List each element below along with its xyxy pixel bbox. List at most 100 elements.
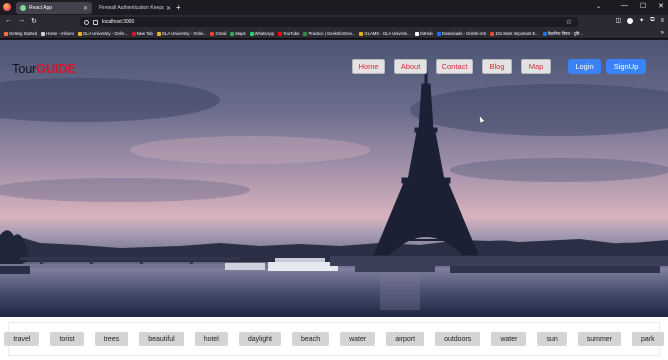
tag-beautiful[interactable]: beautiful — [139, 332, 184, 346]
nav-blog-button[interactable]: Blog — [482, 59, 512, 74]
bookmark-favicon-icon — [277, 31, 282, 36]
forward-icon[interactable]: → — [18, 17, 25, 24]
bookmark-item[interactable]: Home - Infoom — [41, 31, 74, 36]
account-icon[interactable] — [627, 17, 634, 24]
bookmark-label: Getting Started — [9, 31, 38, 36]
tag-airport[interactable]: airport — [386, 332, 425, 346]
site-info-icon[interactable] — [84, 19, 89, 25]
bookmark-label: Gmail — [215, 31, 227, 36]
nav-about-button[interactable]: About — [394, 59, 427, 74]
maximize-icon[interactable]: ☐ — [640, 2, 646, 10]
tag-sun[interactable]: sun — [537, 332, 567, 346]
bookmark-favicon-icon — [41, 31, 46, 36]
logo-guide-text: GUIDE — [36, 61, 76, 76]
tag-travel[interactable]: travel — [4, 332, 40, 346]
bookmark-favicon-icon — [303, 31, 308, 36]
bookmark-item[interactable]: Getting Started — [4, 31, 37, 36]
url-text: localhost:3000 — [102, 19, 135, 25]
chevron-down-icon[interactable]: ⌄ — [596, 3, 601, 10]
close-window-icon[interactable]: ✕ — [658, 2, 664, 10]
bookmark-label: Practice | GeeksforGee... — [308, 31, 356, 36]
tag-beach[interactable]: beach — [292, 332, 330, 346]
bookmark-favicon-icon — [4, 31, 8, 36]
minimize-icon[interactable]: — — [621, 2, 628, 10]
bookmark-item[interactable]: 101 Most Important E... — [490, 31, 539, 36]
bookmark-item[interactable]: WhatsApp — [249, 31, 274, 36]
toolbar-icons: ◫ ✦ ⧉ ≡ — [615, 17, 664, 24]
tag-trees[interactable]: trees — [94, 332, 129, 346]
reload-icon[interactable]: ↻ — [31, 17, 37, 25]
close-icon[interactable]: ✕ — [166, 5, 171, 12]
bookmark-star-icon[interactable]: ☆ — [566, 18, 572, 26]
tag-water[interactable]: water — [340, 332, 376, 346]
bookmark-item[interactable]: Maps — [230, 31, 246, 36]
bookmark-label: YouTube — [282, 31, 300, 36]
tab-title: Firewall Authentication Keepalive ... — [99, 5, 164, 11]
nav-contact-button[interactable]: Contact — [436, 59, 473, 74]
bookmark-item[interactable]: New Tab — [131, 31, 153, 36]
bookmark-item[interactable]: GLA University - Onlin... — [77, 31, 128, 36]
tab-title: React App — [29, 5, 53, 11]
menu-icon[interactable]: ≡ — [660, 18, 664, 24]
auth-buttons: Login SignUp — [568, 59, 646, 74]
tab-firewall-auth[interactable]: Firewall Authentication Keepalive ... ✕ — [95, 2, 175, 14]
tag-daylight[interactable]: daylight — [238, 332, 282, 346]
extensions-puzzle-icon[interactable]: ⧉ — [650, 17, 654, 24]
bookmarks-toolbar: Getting Started Home - Infoom GLA Universi… — [0, 29, 668, 39]
firefox-menu-icon[interactable] — [3, 3, 11, 11]
paris-eiffel-tower-scene — [0, 69, 668, 317]
page-viewport: TourGUIDE Home About Contact Blog Map Lo… — [0, 40, 668, 360]
tag-hotel[interactable]: hotel — [194, 332, 228, 346]
bookmark-label: GLAMS - GLA Universi... — [364, 31, 411, 36]
bookmark-label: वैज्ञानिक विषय - दृष्टि... — [547, 30, 583, 36]
nav-map-button[interactable]: Map — [521, 59, 551, 74]
bookmark-favicon-icon — [131, 31, 136, 36]
bookmark-label: WhatsApp — [254, 31, 274, 36]
tags-panel: travel torist trees beautiful hotel daylight b… — [4, 322, 664, 356]
tag-torist[interactable]: torist — [50, 332, 84, 346]
bookmark-item[interactable]: वैज्ञानिक विषय - दृष्टि... — [542, 30, 583, 37]
bookmark-favicon-icon — [230, 31, 235, 36]
extensions-icon[interactable]: ✦ — [639, 17, 644, 24]
bookmarks-overflow-icon[interactable]: » — [661, 30, 664, 36]
bookmark-favicon-icon — [210, 31, 215, 36]
address-bar[interactable]: localhost:3000 ☆ — [80, 17, 578, 27]
page-icon — [93, 19, 98, 25]
bookmark-favicon-icon — [542, 31, 547, 36]
browser-tab-strip: React App ✕ Firewall Authentication Keep… — [0, 0, 668, 15]
signup-button[interactable]: SignUp — [606, 59, 646, 74]
bookmark-label: GLA University - Onlin... — [82, 31, 128, 36]
browser-toolbar: ← → ↻ localhost:3000 ☆ ◫ ✦ ⧉ ≡ — [0, 15, 668, 29]
bookmark-item[interactable]: Gmail — [210, 31, 226, 36]
bookmark-favicon-icon — [77, 31, 82, 36]
bookmark-label: GitHub — [419, 31, 433, 36]
bookmark-item[interactable]: YouTube — [277, 31, 300, 36]
pocket-icon[interactable]: ◫ — [615, 17, 621, 24]
tag-summer[interactable]: summer — [577, 332, 622, 346]
bookmark-item[interactable]: Practice | GeeksforGee... — [303, 31, 355, 36]
bookmark-item[interactable]: GitHub — [414, 31, 433, 36]
close-icon[interactable]: ✕ — [83, 5, 88, 12]
bookmark-favicon-icon — [359, 31, 364, 36]
tab-react-app[interactable]: React App ✕ — [16, 2, 92, 14]
bookmark-label: Downloads - Drishti-IAS — [441, 31, 487, 36]
back-icon[interactable]: ← — [5, 17, 12, 24]
main-nav-menu: Home About Contact Blog Map — [352, 59, 551, 74]
tag-park[interactable]: park — [632, 332, 664, 346]
new-tab-button[interactable]: + — [176, 3, 181, 12]
site-logo[interactable]: TourGUIDE — [12, 61, 76, 76]
bookmark-label: New Tab — [136, 31, 153, 36]
tag-outdoors[interactable]: outdoors — [435, 332, 481, 346]
login-button[interactable]: Login — [568, 59, 601, 74]
bookmark-label: 101 Most Important E... — [495, 31, 539, 36]
tag-water[interactable]: water — [491, 332, 527, 346]
hero-background-image: TourGUIDE Home About Contact Blog Map Lo… — [0, 40, 668, 317]
bookmark-item[interactable]: GLA University - Onlin... — [156, 31, 206, 36]
logo-tour-text: Tour — [12, 61, 37, 76]
bookmark-favicon-icon — [249, 31, 254, 36]
bookmark-label: Maps — [235, 31, 246, 36]
nav-home-button[interactable]: Home — [352, 59, 385, 74]
bookmark-item[interactable]: Downloads - Drishti-IAS — [436, 31, 487, 36]
bookmark-item[interactable]: GLAMS - GLA Universi... — [359, 31, 411, 36]
bookmark-favicon-icon — [436, 31, 441, 36]
